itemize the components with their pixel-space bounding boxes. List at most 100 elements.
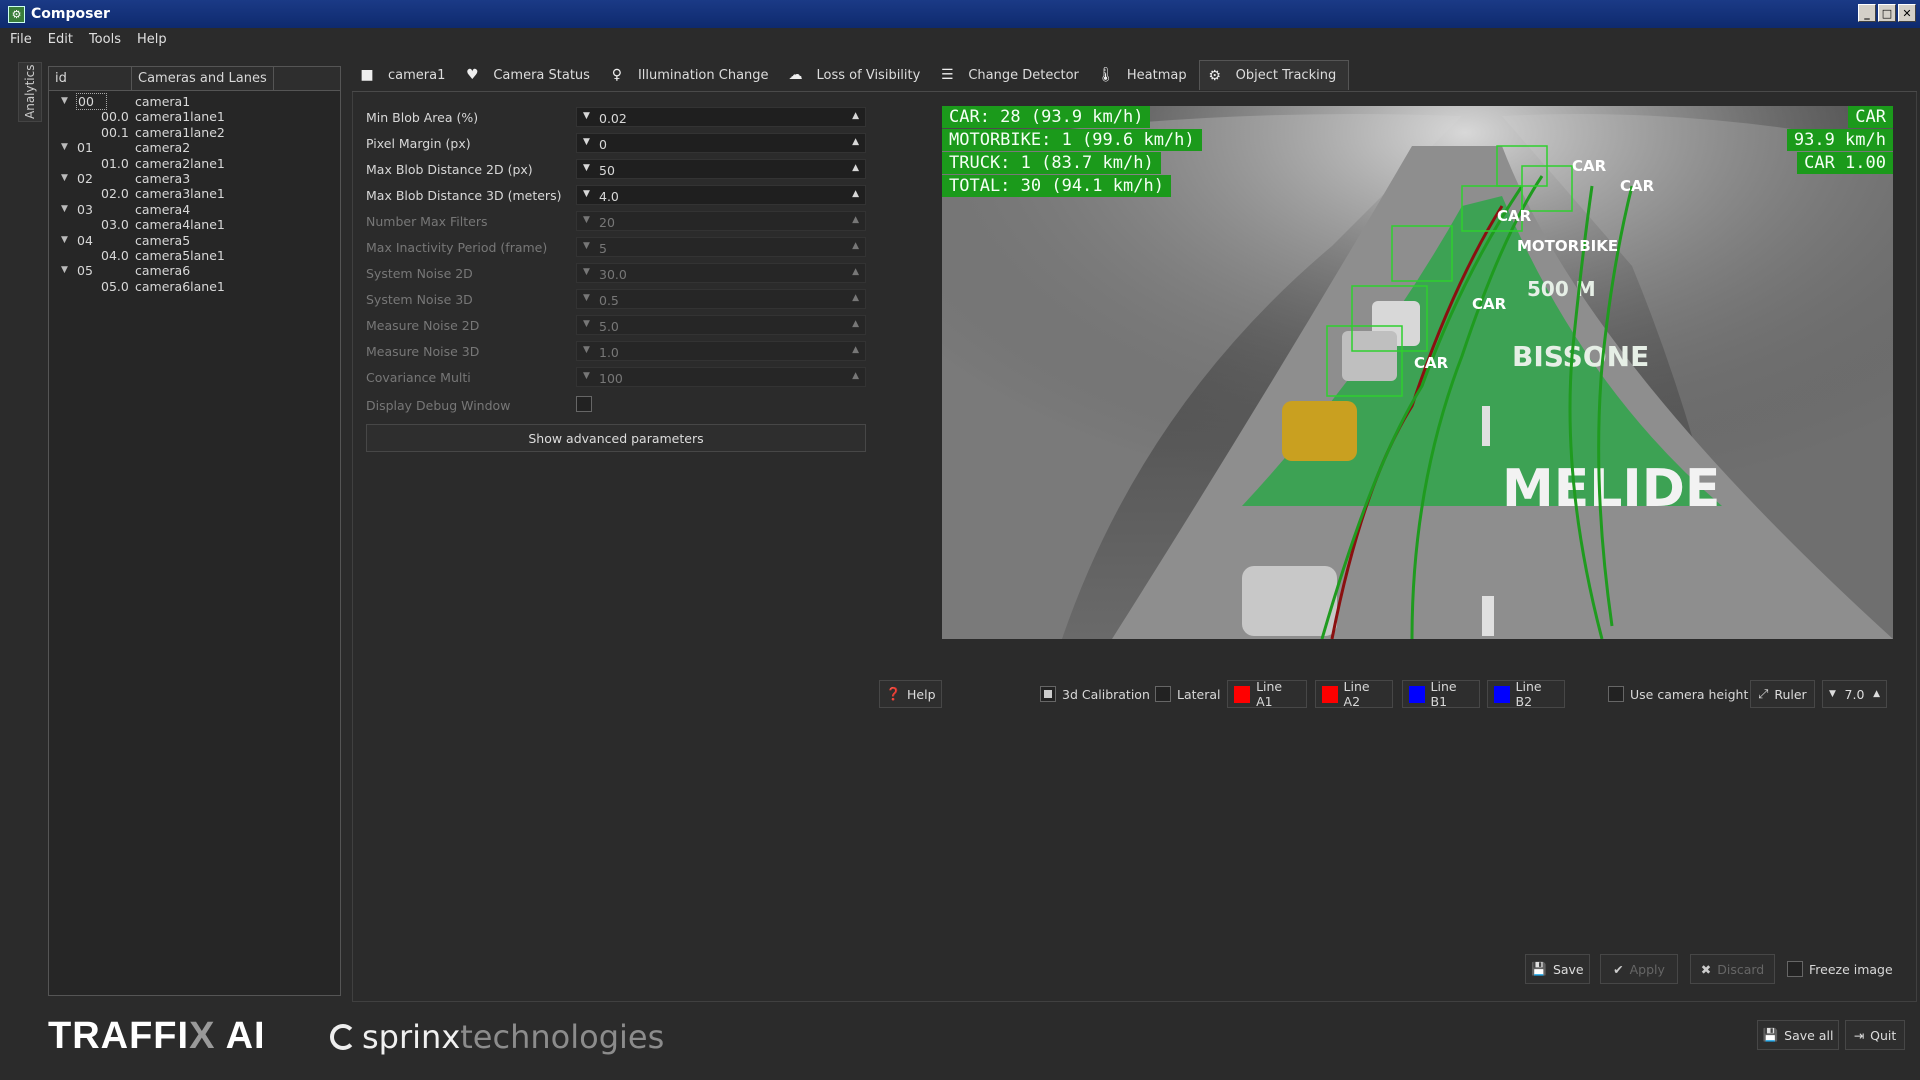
param-spinbox[interactable]: ▼ 100 ▲: [576, 367, 866, 387]
menu-file[interactable]: File: [10, 32, 32, 47]
param-spinbox[interactable]: ▼ 20 ▲: [576, 211, 866, 231]
tree-row-name: camera4lane1: [135, 217, 225, 233]
decrement-icon[interactable]: ▼: [583, 293, 590, 303]
menu-help[interactable]: Help: [137, 32, 167, 47]
help-button[interactable]: ❓ Help: [879, 680, 942, 708]
debug-window-checkbox[interactable]: [576, 396, 592, 412]
param-row: Min Blob Area (%) ▼ 0.02 ▲: [366, 107, 866, 127]
increment-icon[interactable]: ▲: [852, 163, 859, 173]
maximize-button[interactable]: □: [1878, 4, 1896, 22]
line-line-b2-button[interactable]: Line B2: [1487, 679, 1565, 709]
lateral-checkbox[interactable]: [1155, 686, 1171, 702]
expand-arrow-icon[interactable]: ▼: [61, 263, 68, 278]
apply-button[interactable]: ✔ Apply: [1600, 954, 1678, 984]
expand-arrow-icon[interactable]: ▼: [61, 202, 68, 217]
decrement-icon[interactable]: ▼: [583, 267, 590, 277]
lateral-toggle[interactable]: Lateral: [1155, 680, 1221, 708]
save-button[interactable]: 💾 Save: [1525, 954, 1590, 984]
increment-icon[interactable]: ▲: [852, 189, 859, 199]
menu-edit[interactable]: Edit: [48, 32, 73, 47]
param-spinbox[interactable]: ▼ 50 ▲: [576, 159, 866, 179]
use-camera-height-toggle[interactable]: Use camera height: [1608, 680, 1748, 708]
minimize-button[interactable]: _: [1858, 4, 1876, 22]
ruler-increment-icon[interactable]: ▲: [1873, 689, 1880, 699]
decrement-icon[interactable]: ▼: [583, 137, 590, 147]
tree-camera-row[interactable]: ▼ 03 camera4: [49, 202, 340, 217]
tree-lane-row[interactable]: 02.0 camera3lane1: [49, 186, 340, 201]
param-row: Covariance Multi ▼ 100 ▲: [366, 367, 866, 387]
tree-lane-row[interactable]: 03.0 camera4lane1: [49, 217, 340, 232]
decrement-icon[interactable]: ▼: [583, 189, 590, 199]
calibration-3d-toggle[interactable]: 3d Calibration: [1040, 680, 1150, 708]
increment-icon[interactable]: ▲: [852, 267, 859, 277]
freeze-image-checkbox[interactable]: [1787, 961, 1803, 977]
increment-icon[interactable]: ▲: [852, 345, 859, 355]
increment-icon[interactable]: ▲: [852, 137, 859, 147]
close-button[interactable]: ✕: [1898, 4, 1916, 22]
tree-lane-row[interactable]: 04.0 camera5lane1: [49, 248, 340, 263]
expand-arrow-icon[interactable]: ▼: [61, 140, 68, 155]
save-all-button[interactable]: 💾 Save all: [1757, 1020, 1839, 1050]
tree-lane-row[interactable]: 00.0 camera1lane1: [49, 109, 340, 124]
tree-camera-row[interactable]: ▼ 00 camera1: [49, 92, 340, 111]
ruler-value-spinbox[interactable]: ▼ 7.0 ▲: [1822, 680, 1887, 708]
decrement-icon[interactable]: ▼: [583, 241, 590, 251]
tree-camera-row[interactable]: ▼ 01 camera2: [49, 140, 340, 155]
tree-camera-row[interactable]: ▼ 04 camera5: [49, 233, 340, 248]
tab-illumination-change[interactable]: ♀ Illumination Change: [602, 60, 781, 90]
line-line-a1-button[interactable]: Line A1: [1227, 679, 1307, 709]
calibration-3d-checkbox[interactable]: [1040, 686, 1056, 702]
decrement-icon[interactable]: ▼: [583, 319, 590, 329]
param-spinbox[interactable]: ▼ 1.0 ▲: [576, 341, 866, 361]
stats-truck: TRUCK: 1 (83.7 km/h): [942, 152, 1161, 174]
increment-icon[interactable]: ▲: [852, 241, 859, 251]
tab-loss-of-visibility[interactable]: ☁ Loss of Visibility: [781, 60, 933, 90]
tree-lane-row[interactable]: 00.1 camera1lane2: [49, 125, 340, 140]
decrement-icon[interactable]: ▼: [583, 345, 590, 355]
param-label: System Noise 3D: [366, 292, 473, 307]
increment-icon[interactable]: ▲: [852, 371, 859, 381]
analytics-side-tab[interactable]: Analytics: [18, 62, 42, 122]
increment-icon[interactable]: ▲: [852, 215, 859, 225]
tab-object-tracking[interactable]: ⚙ Object Tracking: [1198, 60, 1350, 90]
line-line-a2-button[interactable]: Line A2: [1315, 679, 1393, 709]
decrement-icon[interactable]: ▼: [583, 111, 590, 121]
discard-button[interactable]: ✖ Discard: [1690, 954, 1775, 984]
param-spinbox[interactable]: ▼ 4.0 ▲: [576, 185, 866, 205]
tree-header-cameras[interactable]: Cameras and Lanes: [132, 67, 274, 90]
tab-change-detector[interactable]: ☰ Change Detector: [932, 60, 1091, 90]
line-line-b1-button[interactable]: Line B1: [1402, 679, 1480, 709]
tab-camera-status[interactable]: ♥ Camera Status: [457, 60, 602, 90]
tree-lane-row[interactable]: 05.0 camera6lane1: [49, 279, 340, 294]
param-spinbox[interactable]: ▼ 0.5 ▲: [576, 289, 866, 309]
param-spinbox[interactable]: ▼ 0.02 ▲: [576, 107, 866, 127]
tab-label: Loss of Visibility: [816, 67, 921, 83]
param-spinbox[interactable]: ▼ 30.0 ▲: [576, 263, 866, 283]
tab-heatmap[interactable]: 🌡 Heatmap: [1091, 60, 1199, 90]
expand-arrow-icon[interactable]: ▼: [61, 233, 68, 248]
decrement-icon[interactable]: ▼: [583, 215, 590, 225]
show-advanced-button[interactable]: Show advanced parameters: [366, 424, 866, 452]
camera-view[interactable]: 500 M BISSONE MELIDE CAR CAR CAR MOTORBI…: [942, 106, 1893, 639]
expand-arrow-icon[interactable]: ▼: [61, 171, 68, 186]
increment-icon[interactable]: ▲: [852, 111, 859, 121]
ruler-decrement-icon[interactable]: ▼: [1829, 689, 1836, 699]
ruler-button[interactable]: ⤢ Ruler: [1750, 680, 1815, 708]
use-camera-height-checkbox[interactable]: [1608, 686, 1624, 702]
decrement-icon[interactable]: ▼: [583, 163, 590, 173]
increment-icon[interactable]: ▲: [852, 293, 859, 303]
menu-tools[interactable]: Tools: [89, 32, 121, 47]
freeze-image-toggle[interactable]: Freeze image: [1787, 955, 1893, 983]
increment-icon[interactable]: ▲: [852, 319, 859, 329]
tab-camera1[interactable]: ■ camera1: [352, 60, 457, 90]
tree-camera-row[interactable]: ▼ 05 camera6: [49, 263, 340, 278]
param-spinbox[interactable]: ▼ 0 ▲: [576, 133, 866, 153]
tree-lane-row[interactable]: 01.0 camera2lane1: [49, 156, 340, 171]
quit-button[interactable]: ⇥ Quit: [1845, 1020, 1905, 1050]
param-spinbox[interactable]: ▼ 5.0 ▲: [576, 315, 866, 335]
expand-arrow-icon[interactable]: ▼: [61, 94, 68, 109]
tree-header-id[interactable]: id: [49, 67, 132, 90]
param-spinbox[interactable]: ▼ 5 ▲: [576, 237, 866, 257]
tree-camera-row[interactable]: ▼ 02 camera3: [49, 171, 340, 186]
decrement-icon[interactable]: ▼: [583, 371, 590, 381]
